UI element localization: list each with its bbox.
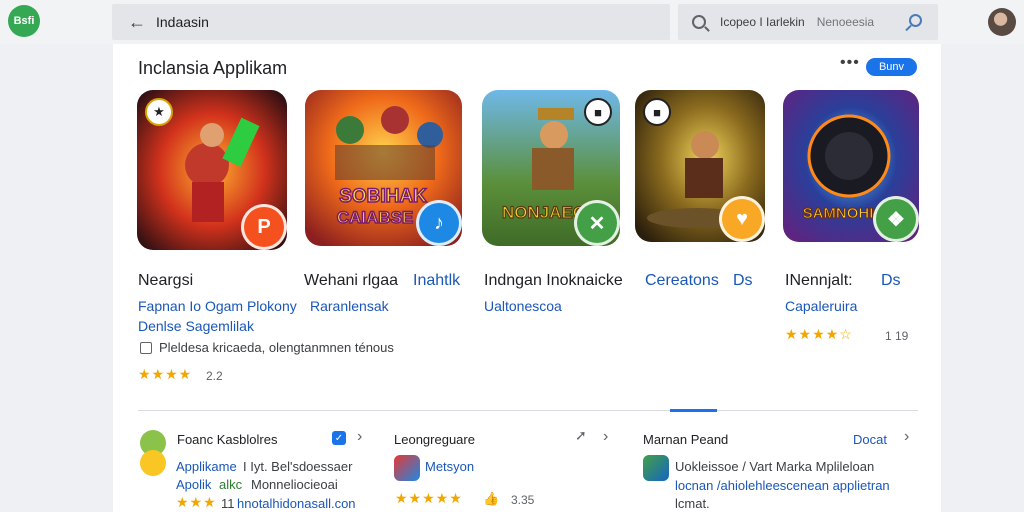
app-1-checkbox[interactable] — [140, 342, 152, 354]
app-name-2[interactable]: Wehani rlgaa — [304, 272, 398, 290]
bottom-col-3-action[interactable]: Docat — [853, 432, 887, 447]
app-meta-1: Pleldesa kricaeda, olengtanmnen ténous — [159, 340, 394, 355]
rating-value-1: 2.2 — [206, 369, 223, 383]
more-options-icon[interactable]: ••• — [840, 54, 860, 72]
app-name-4[interactable]: Cereatons — [645, 272, 719, 290]
bottom-col-3-text3: lcmat. — [675, 496, 710, 511]
app-name-4b[interactable]: Ds — [733, 272, 753, 290]
page-title: Indaasin — [156, 14, 209, 30]
section-title: Inclansia Applikam — [138, 58, 288, 78]
search-bar[interactable]: Icopeo I Iarlekin Nenoeesia — [678, 4, 938, 40]
bottom-col-1-line2b[interactable]: alkc — [219, 477, 242, 492]
xbox-icon: ✕ — [574, 200, 620, 246]
search-icon — [692, 15, 706, 29]
app-subtitle-2[interactable]: Raranlensak — [310, 298, 389, 314]
app-name-5[interactable]: INennjalt: — [785, 272, 853, 290]
app-2-title-line1: SOBIHAK — [339, 186, 427, 207]
bottom-col-3-text2[interactable]: locnan /ahiolehleescenean applietran — [675, 478, 890, 493]
section-divider — [138, 410, 918, 411]
tab-indicator — [670, 409, 717, 412]
bottom-col-1-title: Foanc Kasblolres — [177, 432, 278, 447]
main-card: Inclansia Applikam ••• Bunv ★ P SOBIHAK … — [113, 44, 941, 512]
app-name-3[interactable]: Indngan Inoknaicke — [484, 272, 623, 290]
app-emblem-icon: ★ — [145, 98, 173, 126]
app-icon-1[interactable]: ★ P — [137, 90, 287, 250]
app-icon-3[interactable]: NONJAEO ■ ✕ — [482, 90, 620, 246]
app-icon-2[interactable]: SOBIHAK CAIABSE ♪ — [305, 90, 462, 246]
nav-bar: ← Indaasin — [112, 4, 670, 40]
more-button[interactable]: Bunv — [866, 58, 917, 76]
rating-value-5: 1 19 — [885, 329, 909, 343]
checkbox-checked-icon[interactable]: ✓ — [332, 431, 346, 445]
app-subtitle-1b[interactable]: Denlse Sagemlilak — [138, 318, 254, 334]
star-rating-bottom-2: ★★★★★ — [395, 490, 463, 506]
app-small-icon — [394, 455, 420, 481]
avatar[interactable] — [988, 8, 1016, 36]
app-subtitle-1a[interactable]: Fapnan Io Ogam Plokony — [138, 298, 297, 314]
bottom-col-3-text1: Uokleissoe / Vart Marka Mplileloan — [675, 459, 875, 474]
gamepad-icon: ❖ — [873, 196, 919, 242]
thumbs-up-icon[interactable]: 👍 — [483, 491, 499, 507]
app-subtitle-3[interactable]: Ualtonescoa — [484, 298, 562, 314]
star-rating-bottom-1: ★★★ — [176, 494, 217, 510]
arrow-left-icon[interactable]: ← — [128, 12, 148, 33]
app-emblem-icon: ■ — [584, 98, 612, 126]
chat-bubble-icon: P — [241, 204, 287, 250]
coin-icon — [140, 450, 166, 476]
app-subtitle-5[interactable]: Capaleruira — [785, 298, 857, 314]
app-name-2b[interactable]: Inahtlk — [413, 272, 460, 290]
app-logo[interactable]: Bsfi — [8, 5, 40, 37]
bottom-col-1-item-rest: I Iyt. Bel'sdoessaer — [243, 459, 353, 474]
pin-icon[interactable]: ➚ — [575, 427, 587, 444]
star-rating-5: ★★★★☆ — [785, 326, 853, 342]
bottom-col-1-line3: 11 — [221, 496, 235, 511]
chevron-right-icon[interactable]: › — [357, 428, 362, 446]
bottom-col-1-link[interactable]: hnotalhidonasall.con — [237, 496, 356, 511]
star-rating-1: ★★★★ — [138, 366, 193, 382]
app-name-1[interactable]: Neargsi — [138, 272, 193, 290]
app-5-title: SAMNOHIS — [803, 205, 884, 222]
search-hint: Nenoeesia — [816, 15, 875, 29]
heart-icon: ♥ — [719, 196, 765, 242]
bottom-col-1-item[interactable]: Applikame — [176, 459, 237, 474]
search-input[interactable]: Icopeo I Iarlekin — [720, 15, 805, 29]
rating-value-bottom-2: 3.35 — [511, 493, 535, 507]
app-icon-4[interactable]: ■ ♥ — [635, 90, 765, 242]
app-emblem-icon: ■ — [643, 98, 671, 126]
app-name-5b[interactable]: Ds — [881, 272, 901, 290]
chevron-right-icon[interactable]: › — [603, 428, 608, 446]
bottom-col-3-title: Marnan Peand — [643, 432, 729, 447]
top-bar: Bsfi ← Indaasin Icopeo I Iarlekin Nenoee… — [0, 0, 1024, 44]
app-icon-5[interactable]: SAMNOHIS ❖ — [783, 90, 919, 242]
bottom-col-2-item[interactable]: Metsyon — [425, 459, 474, 474]
app-2-title-line2: CAIABSE — [337, 208, 414, 227]
bottom-col-1-line2a[interactable]: Apolik — [176, 477, 211, 492]
bottom-col-2-title: Leongreguare — [394, 432, 475, 447]
chevron-right-icon[interactable]: › — [904, 428, 909, 446]
tiktok-note-icon: ♪ — [416, 200, 462, 246]
app-small-icon — [643, 455, 669, 481]
bottom-col-1-line2c: Monneliocieoai — [251, 477, 338, 492]
magnifier-icon[interactable] — [909, 14, 922, 27]
